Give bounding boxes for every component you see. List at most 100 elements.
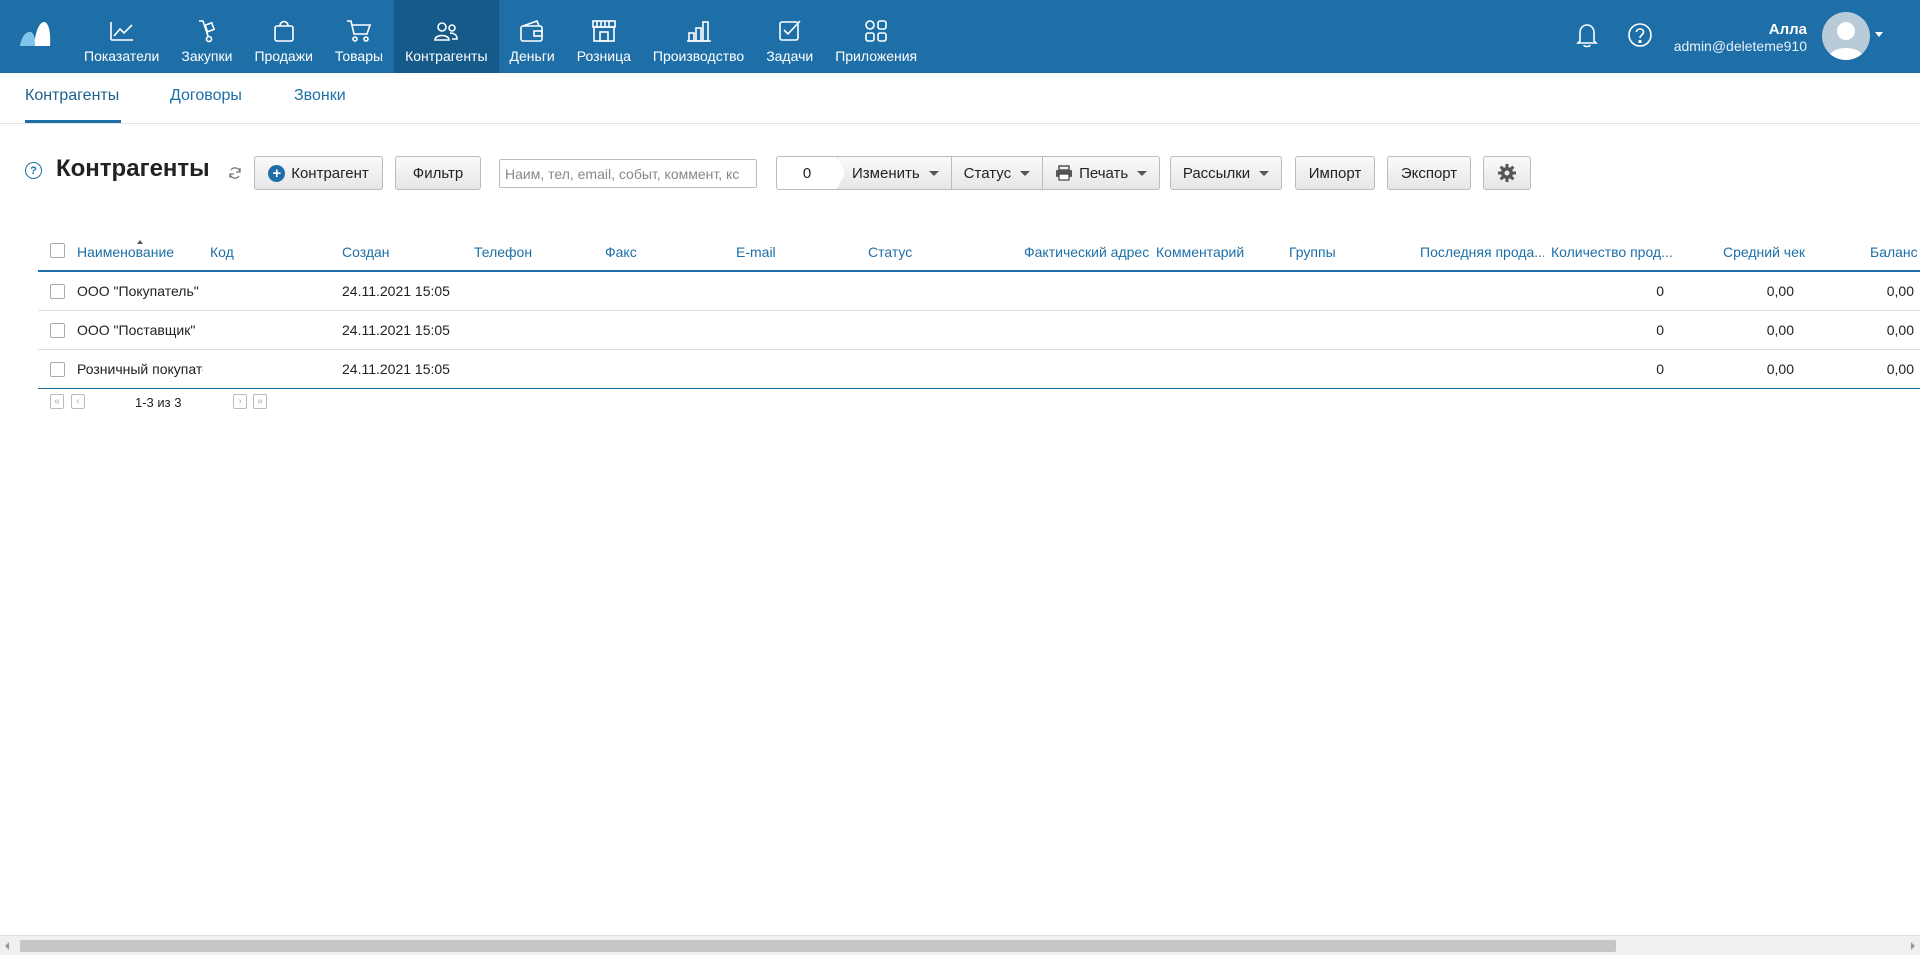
balance: 0,00 bbox=[1886, 283, 1914, 299]
created-date: 24.11.2021 15:05 bbox=[342, 322, 450, 338]
table-row[interactable]: Розничный покупатель 24.11.2021 15:05 0 … bbox=[38, 350, 1920, 389]
contractor-name[interactable]: ООО "Покупатель" bbox=[77, 283, 203, 299]
select-all-checkbox[interactable] bbox=[50, 243, 65, 258]
print-label: Печать bbox=[1079, 164, 1129, 182]
help-icon[interactable]: ? bbox=[25, 162, 42, 179]
avatar[interactable] bbox=[1822, 12, 1870, 60]
nav-label: Закупки bbox=[181, 48, 233, 64]
avg-check: 0,00 bbox=[1766, 322, 1794, 338]
page-range: 1-3 из 3 bbox=[135, 395, 182, 410]
sales-count: 0 bbox=[1656, 322, 1664, 338]
task-check-icon bbox=[776, 17, 804, 45]
change-button[interactable]: Изменить bbox=[838, 156, 952, 190]
nav-item-purchases[interactable]: Закупки bbox=[170, 0, 243, 73]
scroll-right-icon[interactable] bbox=[1911, 942, 1915, 950]
import-button[interactable]: Импорт bbox=[1295, 156, 1375, 190]
nav-item-money[interactable]: Деньги bbox=[499, 0, 566, 73]
chart-icon bbox=[108, 17, 136, 45]
row-checkbox[interactable] bbox=[50, 323, 65, 338]
last-page-icon[interactable]: » bbox=[253, 394, 267, 409]
column-header[interactable]: Создан bbox=[342, 244, 390, 260]
tab-calls[interactable]: Звонки bbox=[294, 87, 346, 105]
nav-item-tasks[interactable]: Задачи bbox=[755, 0, 824, 73]
nav-item-retail[interactable]: Розница bbox=[566, 0, 642, 73]
refresh-icon[interactable] bbox=[228, 166, 242, 180]
filter-label: Фильтр bbox=[412, 164, 464, 182]
factory-icon bbox=[685, 17, 713, 45]
sales-count: 0 bbox=[1656, 283, 1664, 299]
column-header[interactable]: Наименование bbox=[77, 244, 174, 260]
row-checkbox[interactable] bbox=[50, 362, 65, 377]
user-name[interactable]: Алла bbox=[1769, 21, 1807, 38]
column-header[interactable]: Комментарий bbox=[1156, 244, 1244, 260]
column-header[interactable]: Факс bbox=[605, 244, 637, 260]
horizontal-scrollbar[interactable] bbox=[0, 935, 1920, 955]
nav-item-indicators[interactable]: Показатели bbox=[73, 0, 170, 73]
nav-label: Задачи bbox=[766, 48, 814, 64]
nav-label: Приложения bbox=[835, 48, 918, 64]
nav-item-apps[interactable]: Приложения bbox=[824, 0, 928, 73]
nav-item-goods[interactable]: Товары bbox=[324, 0, 394, 73]
table-row[interactable]: ООО "Поставщик" 24.11.2021 15:05 0 0,00 … bbox=[38, 311, 1920, 350]
print-button[interactable]: Печать bbox=[1043, 156, 1161, 190]
top-navigation-bar: Показатели Закупки Продажи Товары Контра… bbox=[0, 0, 1920, 73]
created-date: 24.11.2021 15:05 bbox=[342, 283, 450, 299]
bulk-actions-group: 0 Изменить Статус Печать bbox=[776, 156, 1161, 190]
column-header[interactable]: Фактический адрес bbox=[1024, 244, 1149, 260]
import-label: Импорт bbox=[1308, 164, 1362, 182]
bell-icon[interactable] bbox=[1572, 20, 1602, 50]
row-checkbox[interactable] bbox=[50, 284, 65, 299]
logo-icon[interactable] bbox=[18, 20, 52, 48]
balance: 0,00 bbox=[1886, 361, 1914, 377]
sort-asc-icon bbox=[137, 240, 143, 244]
column-header[interactable]: Баланс bbox=[1870, 244, 1920, 260]
apps-icon bbox=[862, 17, 890, 45]
tab-contractors[interactable]: Контрагенты bbox=[25, 87, 119, 105]
created-date: 24.11.2021 15:05 bbox=[342, 361, 450, 377]
chevron-down-icon[interactable] bbox=[1875, 32, 1883, 37]
scrollbar-thumb[interactable] bbox=[20, 940, 1616, 952]
nav-item-production[interactable]: Производство bbox=[642, 0, 755, 73]
main-nav: Показатели Закупки Продажи Товары Контра… bbox=[73, 0, 928, 73]
nav-label: Показатели bbox=[84, 48, 160, 64]
export-button[interactable]: Экспорт bbox=[1387, 156, 1471, 190]
column-header[interactable]: Последняя прода... bbox=[1420, 244, 1544, 260]
sub-tabs: Контрагенты Договоры Звонки bbox=[0, 73, 1920, 124]
gear-icon bbox=[1498, 164, 1516, 182]
add-contractor-button[interactable]: + Контрагент bbox=[254, 156, 383, 190]
help-icon[interactable] bbox=[1625, 20, 1655, 50]
nav-item-sales[interactable]: Продажи bbox=[243, 0, 323, 73]
column-header[interactable]: Код bbox=[210, 244, 234, 260]
first-page-icon[interactable]: « bbox=[50, 394, 64, 409]
column-header[interactable]: Средний чек bbox=[1715, 244, 1805, 260]
user-email[interactable]: admin@deleteme910 bbox=[1674, 38, 1807, 54]
table-row[interactable]: ООО "Покупатель" 24.11.2021 15:05 0 0,00… bbox=[38, 272, 1920, 311]
filter-button[interactable]: Фильтр bbox=[395, 156, 481, 190]
status-label: Статус bbox=[963, 164, 1012, 182]
contractor-name[interactable]: Розничный покупатель bbox=[77, 361, 203, 377]
nav-item-contractors[interactable]: Контрагенты bbox=[394, 0, 499, 73]
nav-label: Продажи bbox=[254, 48, 313, 64]
column-header[interactable]: Телефон bbox=[474, 244, 532, 260]
column-header[interactable]: Количество прод... bbox=[1551, 244, 1675, 260]
wallet-icon bbox=[518, 17, 546, 45]
column-header[interactable]: Группы bbox=[1289, 244, 1336, 260]
printer-icon bbox=[1056, 165, 1073, 181]
mailing-button[interactable]: Рассылки bbox=[1170, 156, 1282, 190]
nav-label: Деньги bbox=[509, 48, 555, 64]
active-tab-indicator bbox=[25, 120, 121, 123]
settings-button[interactable] bbox=[1483, 156, 1531, 190]
selected-count: 0 bbox=[776, 156, 845, 190]
add-contractor-label: Контрагент bbox=[291, 164, 369, 182]
scroll-left-icon[interactable] bbox=[5, 942, 9, 950]
nav-label: Розница bbox=[576, 48, 631, 64]
column-header[interactable]: Статус bbox=[868, 244, 912, 260]
tab-contracts[interactable]: Договоры bbox=[170, 87, 242, 105]
status-button[interactable]: Статус bbox=[951, 156, 1044, 190]
prev-page-icon[interactable]: ‹ bbox=[71, 394, 85, 409]
next-page-icon[interactable]: › bbox=[233, 394, 247, 409]
contractor-name[interactable]: ООО "Поставщик" bbox=[77, 322, 203, 338]
chevron-down-icon bbox=[928, 170, 939, 176]
column-header[interactable]: E-mail bbox=[736, 244, 776, 260]
search-input[interactable] bbox=[499, 159, 757, 188]
